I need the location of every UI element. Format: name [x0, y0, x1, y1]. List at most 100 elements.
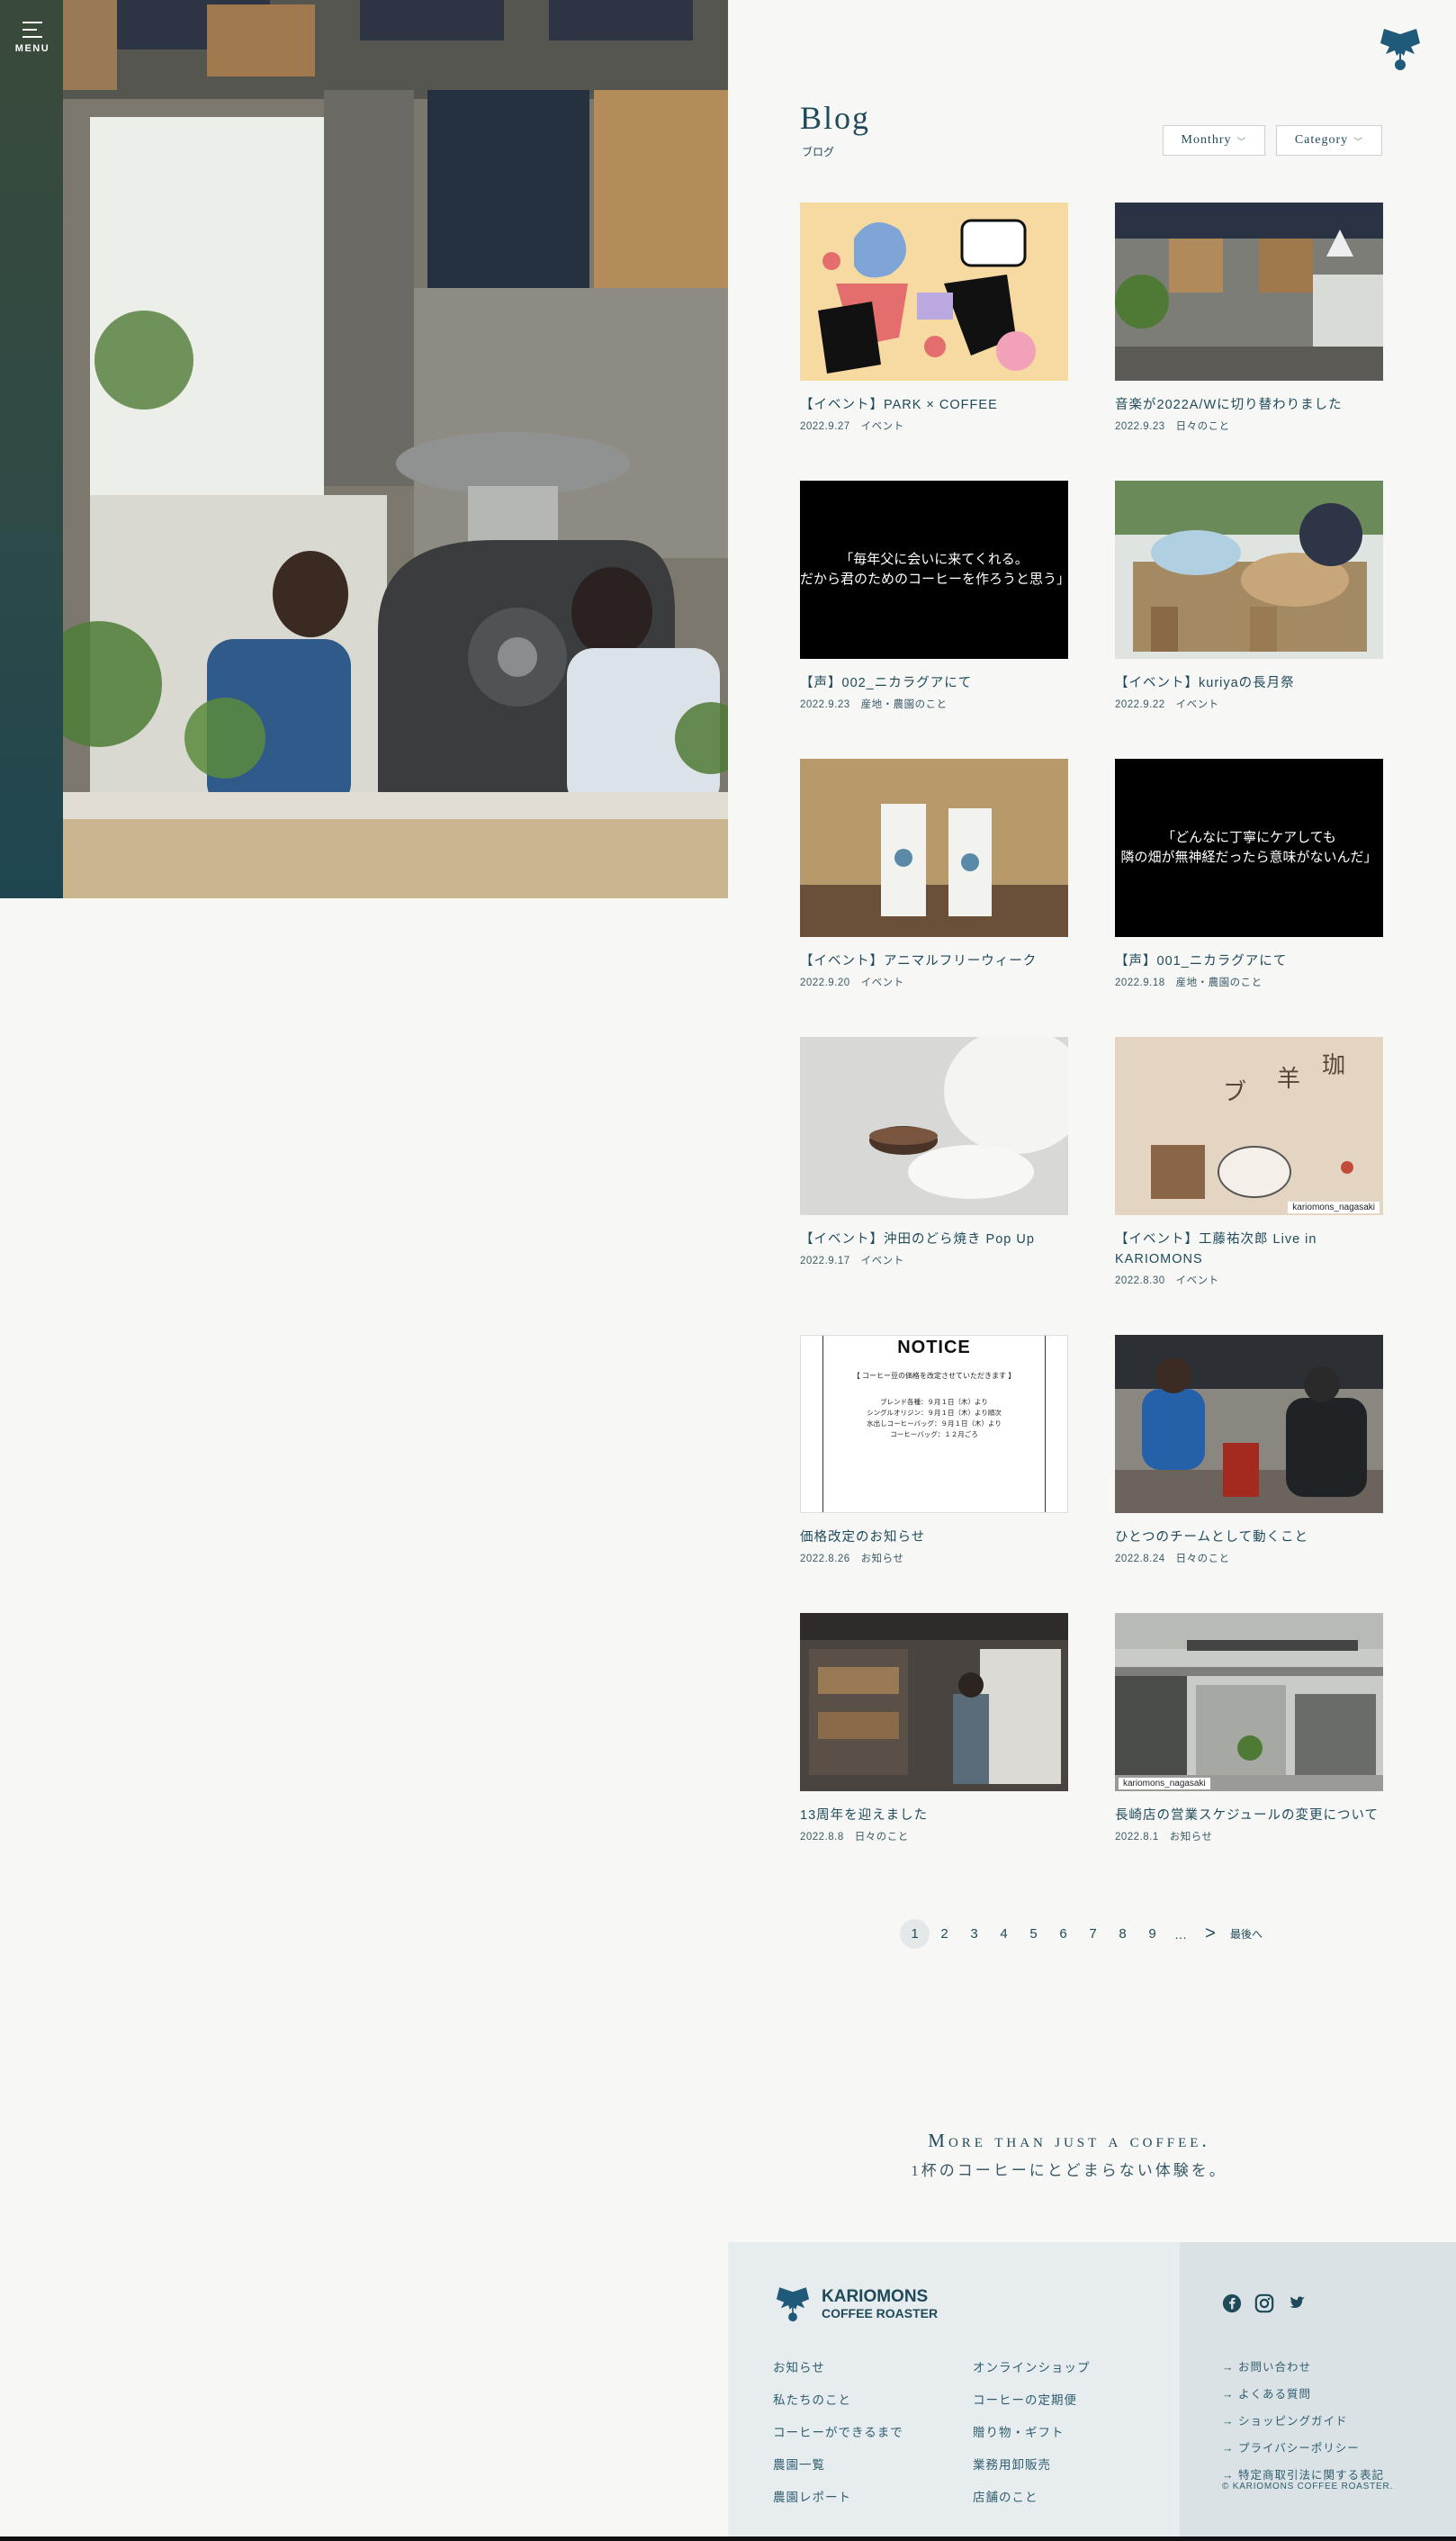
last-page-link[interactable]: 最後へ: [1230, 1926, 1263, 1942]
post-category[interactable]: 日々のこと: [855, 1832, 909, 1843]
post-title: 【イベント】kuriyaの長月祭: [1115, 676, 1295, 690]
post-thumbnail: [1115, 203, 1383, 381]
notice-subheading: 【 コーヒー豆の価格を改定させていただきます 】: [852, 1372, 1016, 1380]
post-category[interactable]: イベント: [1176, 1275, 1219, 1286]
menu-label: MENU: [14, 43, 50, 54]
post-category[interactable]: お知らせ: [1170, 1832, 1213, 1843]
menu-button[interactable]: MENU: [14, 22, 50, 67]
brand-logo-icon[interactable]: [1377, 25, 1424, 76]
blog-post-card[interactable]: 13周年を迎えました 2022.8.8 日々のこと: [800, 1613, 1068, 1843]
post-thumbnail: [800, 1613, 1068, 1791]
post-meta: 2022.8.30 イベント: [1115, 1273, 1383, 1287]
notice-heading: NOTICE: [897, 1338, 971, 1357]
blog-post-card[interactable]: 珈 羊 ブ kariomons_nagasaki 【イベント】工藤祐次郎 Liv…: [1115, 1037, 1383, 1287]
post-category[interactable]: イベント: [1176, 699, 1219, 710]
page-link[interactable]: 8: [1108, 1919, 1137, 1949]
post-category[interactable]: 産地・農園のこと: [861, 699, 948, 710]
blog-post-card[interactable]: 「毎年父に会いに来てくれる。 だから君のためのコーヒーを作ろうと思う」 【声】0…: [800, 481, 1068, 711]
post-title: 音楽が2022A/Wに切り替わりました: [1115, 398, 1343, 412]
page-link[interactable]: 5: [1019, 1919, 1048, 1949]
footer-link[interactable]: 私たちのこと: [773, 2390, 903, 2408]
footer-link[interactable]: オンラインショップ: [973, 2357, 1091, 2375]
post-date: 2022.8.8: [800, 1832, 844, 1843]
category-filter-dropdown[interactable]: Category ﹀: [1276, 125, 1382, 156]
page-link[interactable]: 1: [900, 1919, 930, 1949]
post-category[interactable]: 産地・農園のこと: [1176, 978, 1263, 988]
post-category[interactable]: 日々のこと: [1176, 1554, 1230, 1564]
post-thumbnail: kariomons_nagasaki: [1115, 1613, 1383, 1791]
post-title: 【声】001_ニカラグアにて: [1115, 954, 1288, 969]
footer-utility-link[interactable]: → 特定商取引法に関する表記: [1222, 2465, 1384, 2482]
monthly-filter-dropdown[interactable]: Monthry ﹀: [1163, 125, 1265, 156]
footer-utility-link[interactable]: → プライバシーポリシー: [1222, 2438, 1384, 2455]
footer-link[interactable]: 農園レポート: [773, 2487, 903, 2505]
footer-nav-column-1: お知らせ 私たちのこと コーヒーができるまで 農園一覧 農園レポート: [773, 2357, 903, 2519]
blog-post-card[interactable]: 【イベント】沖田のどら焼き Pop Up 2022.9.17 イベント: [800, 1037, 1068, 1267]
page-link[interactable]: 9: [1137, 1919, 1167, 1949]
instagram-icon[interactable]: [1254, 2293, 1274, 2313]
post-date: 2022.9.27: [800, 421, 850, 432]
blog-post-card[interactable]: kariomons_nagasaki 長崎店の営業スケジュールの変更について 2…: [1115, 1613, 1383, 1843]
social-links: [1222, 2293, 1307, 2313]
footer-link[interactable]: 農園一覧: [773, 2455, 903, 2473]
footer-link[interactable]: 贈り物・ギフト: [973, 2422, 1091, 2440]
post-thumbnail: [800, 1037, 1068, 1215]
page-link[interactable]: 6: [1048, 1919, 1078, 1949]
post-category[interactable]: イベント: [861, 1256, 904, 1266]
blog-post-card[interactable]: ひとつのチームとして動くこと 2022.8.24 日々のこと: [1115, 1335, 1383, 1565]
footer-link[interactable]: コーヒーの定期便: [973, 2390, 1091, 2408]
post-category[interactable]: 日々のこと: [1176, 421, 1230, 432]
post-category[interactable]: イベント: [861, 978, 904, 988]
post-meta: 2022.8.8 日々のこと: [800, 1829, 1068, 1843]
post-category[interactable]: イベント: [861, 421, 904, 432]
footer-utility-label: プライバシーポリシー: [1237, 2442, 1360, 2455]
post-title: 【声】002_ニカラグアにて: [800, 676, 973, 690]
footer-link[interactable]: コーヒーができるまで: [773, 2422, 903, 2440]
tagline-japanese: 1杯のコーヒーにとどまらない体験を。: [911, 2162, 1227, 2179]
footer-utility-label: よくある質問: [1237, 2388, 1311, 2401]
side-strip: MENU: [0, 0, 63, 898]
blog-post-card[interactable]: 音楽が2022A/Wに切り替わりました 2022.9.23 日々のこと: [1115, 203, 1383, 433]
twitter-icon[interactable]: [1287, 2293, 1307, 2313]
copyright-text: © KARIOMONS COFFEE ROASTER.: [1222, 2482, 1394, 2491]
page-title: Blog: [800, 100, 871, 136]
blog-post-card[interactable]: 【イベント】アニマルフリーウィーク 2022.9.20 イベント: [800, 759, 1068, 989]
footer-link[interactable]: お知らせ: [773, 2357, 903, 2375]
blog-post-card[interactable]: NOTICE 【 コーヒー豆の価格を改定させていただきます 】 ブレンド各種：９…: [800, 1335, 1068, 1565]
blog-post-card[interactable]: 「どんなに丁寧にケアしても 隣の畑が無神経だったら意味がないんだ」 【声】001…: [1115, 759, 1383, 989]
post-thumbnail: NOTICE 【 コーヒー豆の価格を改定させていただきます 】 ブレンド各種：９…: [800, 1335, 1068, 1513]
footer-link[interactable]: 業務用卸販売: [973, 2455, 1091, 2473]
blog-post-card[interactable]: 【イベント】kuriyaの長月祭 2022.9.22 イベント: [1115, 481, 1383, 711]
post-meta: 2022.9.23 産地・農園のこと: [800, 697, 1068, 711]
page-link[interactable]: 2: [930, 1919, 959, 1949]
arrow-right-icon: →: [1222, 2442, 1238, 2455]
arrow-right-icon: →: [1222, 2469, 1238, 2482]
footer-logo[interactable]: KARIOMONS COFFEE ROASTER: [773, 2284, 938, 2326]
footer-brand-text: KARIOMONS COFFEE ROASTER: [822, 2287, 938, 2321]
footer-brand-line1: KARIOMONS: [822, 2287, 929, 2306]
post-category[interactable]: お知らせ: [861, 1554, 904, 1564]
footer-link[interactable]: 店舗のこと: [973, 2487, 1091, 2505]
facebook-icon[interactable]: [1222, 2293, 1242, 2313]
page-link[interactable]: 7: [1078, 1919, 1108, 1949]
blog-post-card[interactable]: 【イベント】PARK × COFFEE 2022.9.27 イベント: [800, 203, 1068, 433]
footer-utility-link[interactable]: → お問い合わせ: [1222, 2357, 1384, 2374]
arrow-right-icon: →: [1222, 2415, 1238, 2428]
page-link[interactable]: 3: [959, 1919, 989, 1949]
page-link[interactable]: 4: [989, 1919, 1019, 1949]
instagram-tag: kariomons_nagasaki: [1119, 1778, 1210, 1789]
pagination-ellipsis: …: [1174, 1926, 1187, 1942]
instagram-tag: kariomons_nagasaki: [1288, 1202, 1380, 1213]
svg-text:珈: 珈: [1322, 1052, 1345, 1078]
svg-text:ブ: ブ: [1223, 1079, 1246, 1105]
post-quote-text: 「毎年父に会いに来てくれる。 だから君のためのコーヒーを作ろうと思う」: [800, 481, 1068, 659]
post-meta: 2022.9.22 イベント: [1115, 697, 1383, 711]
post-date: 2022.8.24: [1115, 1554, 1165, 1564]
post-title: 【イベント】PARK × COFFEE: [800, 398, 998, 412]
footer-utility-link[interactable]: → よくある質問: [1222, 2384, 1384, 2401]
footer-nav-column-2: オンラインショップ コーヒーの定期便 贈り物・ギフト 業務用卸販売 店舗のこと: [973, 2357, 1091, 2519]
post-title: 【イベント】アニマルフリーウィーク: [800, 954, 1038, 969]
next-page-button[interactable]: >: [1194, 1924, 1227, 1944]
footer-utility-link[interactable]: → ショッピングガイド: [1222, 2411, 1384, 2428]
pagination: 1 2 3 4 5 6 7 8 9 … > 最後へ: [900, 1919, 1263, 1949]
